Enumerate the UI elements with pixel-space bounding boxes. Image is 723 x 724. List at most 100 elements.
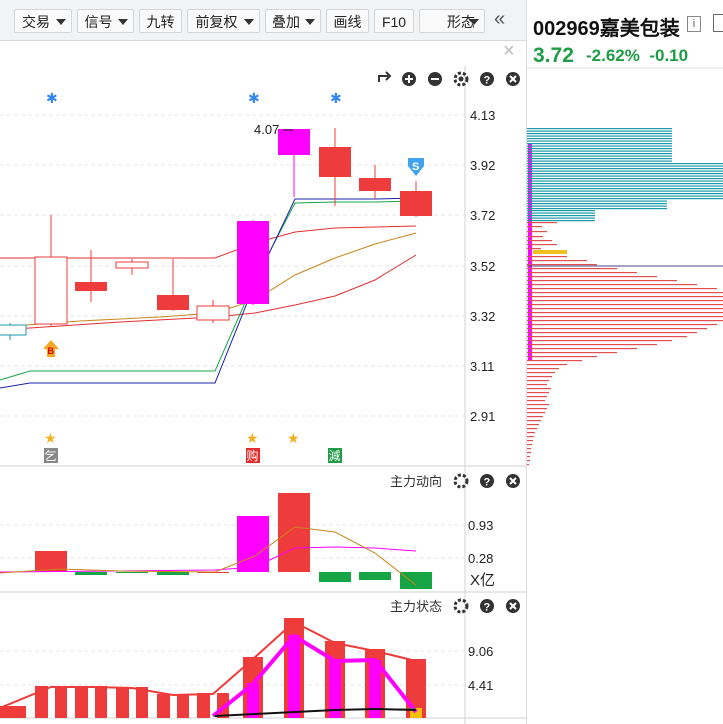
chart-area: 4.13 3.92 3.72 3.52 3.32 3.11 2.91 ? ✱ ✱…	[0, 66, 526, 724]
state-help-icon[interactable]: ?	[480, 599, 494, 614]
chip-bar	[527, 356, 597, 358]
chip-bar	[527, 420, 541, 422]
chip-bar	[527, 336, 687, 338]
zoom-in-icon[interactable]	[402, 72, 416, 86]
chip-bar	[527, 388, 551, 390]
chip-bar	[527, 165, 723, 167]
svg-text:?: ?	[484, 477, 491, 489]
chip-bar	[527, 300, 723, 302]
flow-bar	[116, 572, 148, 573]
chip-bar	[527, 210, 595, 212]
chip-bar	[527, 244, 557, 246]
chip-bar	[527, 380, 549, 382]
chip-bar	[527, 424, 539, 426]
chip-bar	[527, 128, 672, 130]
state-close-icon[interactable]	[506, 599, 520, 613]
chip-bar	[527, 456, 530, 458]
chip-bar	[527, 236, 543, 238]
chip-bar	[527, 404, 549, 406]
chip-bar	[527, 160, 672, 162]
candle	[359, 165, 391, 199]
flow-bar	[237, 516, 269, 572]
sell-marker-icon[interactable]: S	[408, 158, 424, 176]
chip-bar	[527, 304, 723, 306]
zoom-out-icon[interactable]	[428, 72, 442, 86]
state-bar	[0, 706, 26, 718]
chip-bar	[527, 168, 723, 170]
chip-bar	[527, 464, 529, 466]
chip-bar	[527, 364, 567, 366]
svg-text:?: ?	[484, 75, 491, 87]
chip-bar	[527, 203, 667, 205]
svg-text:?: ?	[484, 602, 491, 614]
chip-bar	[527, 208, 667, 210]
chip-bar	[527, 368, 559, 370]
flow-bar	[400, 572, 432, 589]
candle	[319, 128, 351, 206]
chip-bar	[527, 217, 595, 219]
candle	[400, 181, 432, 217]
chip-bar	[527, 344, 657, 346]
flow-bar	[278, 493, 310, 572]
chip-bar	[527, 384, 547, 386]
chip-bar	[527, 195, 723, 197]
chip-bar	[527, 170, 723, 172]
chip-bar	[527, 332, 697, 334]
candle	[0, 323, 27, 340]
sell-marker-label: S	[412, 161, 419, 173]
chip-bar	[527, 240, 552, 242]
candle	[157, 259, 189, 311]
price-tick: 2.91	[470, 409, 495, 424]
state-bar	[116, 687, 148, 718]
state-tick: 9.06	[468, 644, 493, 659]
signal-star-icon: ✱	[248, 90, 260, 106]
flow-bar	[157, 572, 189, 575]
help-icon[interactable]: ?	[480, 72, 494, 87]
chip-distribution	[527, 67, 723, 466]
star-icon: ★	[44, 430, 57, 446]
chip-bar	[527, 308, 723, 310]
chip-bar	[527, 400, 545, 402]
flow-help-icon[interactable]: ?	[480, 474, 494, 489]
state-panel-title: 主力状态	[390, 599, 442, 614]
chip-bar	[527, 452, 531, 454]
candle	[115, 259, 149, 275]
chip-bar	[527, 163, 723, 165]
chip-bar	[527, 320, 723, 322]
chip-bar	[527, 175, 723, 177]
chip-bar	[527, 190, 723, 192]
buy-marker-icon[interactable]: B	[43, 340, 59, 357]
star-icon: ★	[246, 430, 259, 446]
rotate-icon[interactable]	[378, 71, 392, 82]
state-bar	[157, 694, 189, 718]
chip-bar	[527, 226, 542, 228]
flow-close-icon[interactable]	[506, 474, 520, 488]
chip-bar	[527, 408, 547, 410]
quote-panel: 002969嘉美包装 i 3.72 -2.62% -0.10	[526, 0, 723, 724]
chip-bar	[527, 173, 723, 175]
chip-bar	[527, 153, 672, 155]
price-tick: 3.32	[470, 309, 495, 324]
chip-bar	[527, 352, 617, 354]
flow-bar	[359, 572, 391, 580]
chip-bar	[527, 180, 723, 182]
chip-bar	[527, 432, 535, 434]
chip-bar	[527, 292, 723, 294]
high-price-label: 4.07	[254, 122, 279, 137]
chip-bar	[527, 260, 587, 262]
chip-bar	[527, 148, 672, 150]
flow-tick: 0.28	[468, 551, 493, 566]
chip-bar	[527, 340, 672, 342]
chip-bar	[527, 212, 595, 214]
chip-bar	[527, 324, 717, 326]
chip-bar	[527, 280, 677, 282]
close-icon[interactable]	[506, 72, 520, 86]
chip-bar	[527, 193, 723, 195]
candle	[196, 300, 230, 323]
chip-bar	[527, 316, 723, 318]
price-tick: 3.52	[470, 259, 495, 274]
price-tick: 4.13	[470, 108, 495, 123]
chip-bar	[527, 231, 547, 233]
flow-tick: 0.93	[468, 518, 493, 533]
state-bar	[325, 641, 345, 718]
